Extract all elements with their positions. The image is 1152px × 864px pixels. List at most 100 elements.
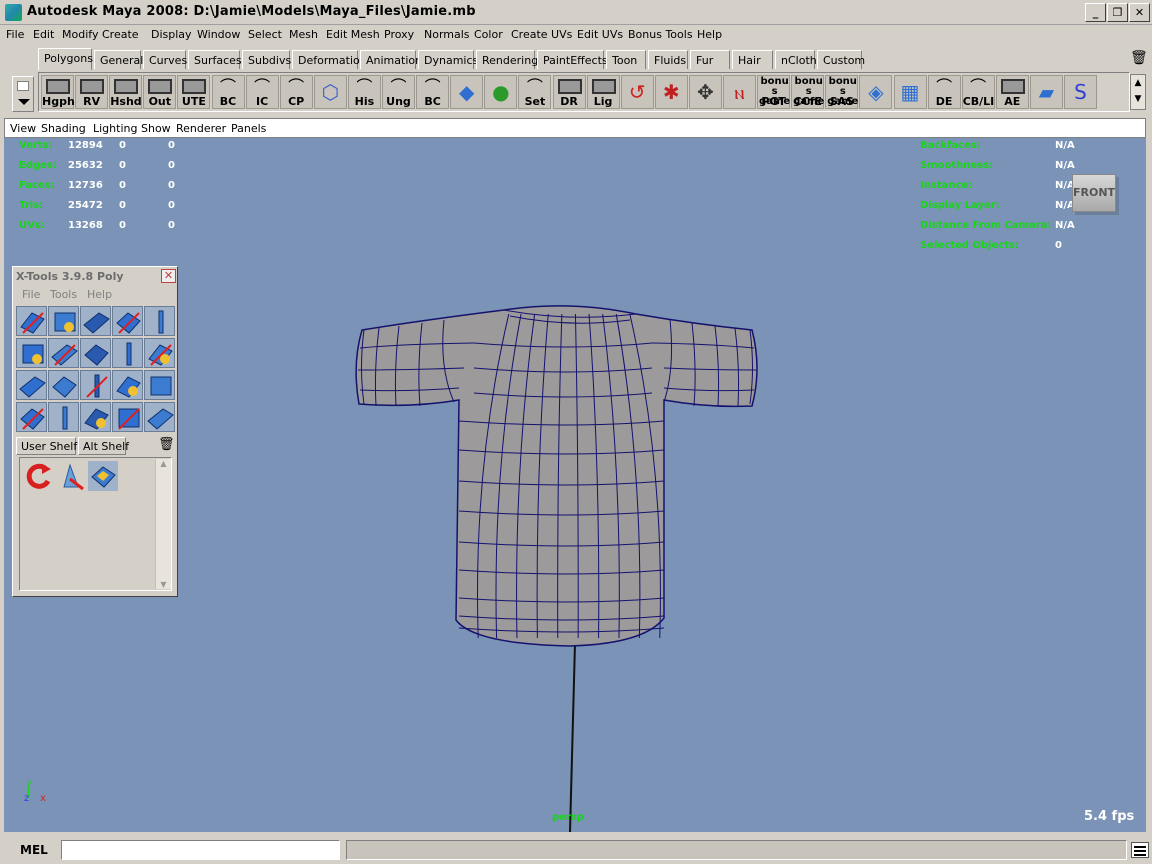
shelf-button-de[interactable]: ⌒ DE [927, 75, 961, 109]
shelf-tab-curves[interactable]: Curves [143, 50, 187, 69]
shelf-trash-icon[interactable]: 🗑 [1130, 50, 1148, 66]
shelf-button-tool-12[interactable]: ◆ [450, 75, 484, 109]
uv-grid-icon[interactable] [88, 461, 118, 491]
panel-menu-lighting[interactable]: Lighting [93, 122, 137, 135]
shelf-tab-ncloth[interactable]: nCloth [775, 50, 817, 69]
menu-mesh[interactable]: Mesh [289, 25, 318, 41]
xtools-measure-icon[interactable] [112, 402, 143, 432]
xtools-box-split-icon[interactable] [80, 370, 111, 400]
panel-menu-panels[interactable]: Panels [231, 122, 266, 135]
tshirt-mesh[interactable] [355, 305, 758, 647]
xtools-split-polygon-icon[interactable] [16, 306, 47, 336]
menu-create[interactable]: Create [102, 25, 139, 41]
shelf-tab-general[interactable]: General [94, 50, 143, 69]
shelf-button-ute[interactable]: UTE [177, 75, 211, 109]
shelf-button-rv[interactable]: RV [75, 75, 109, 109]
shelf-tab-toon[interactable]: Toon [606, 50, 646, 69]
shelf-button-tool-30[interactable]: S [1064, 75, 1097, 109]
menu-bonus-tools[interactable]: Bonus Tools [628, 25, 693, 41]
shelf-button-tool-18[interactable]: ✱ [654, 75, 688, 109]
shelf-tab-subdivs[interactable]: Subdivs [242, 50, 291, 69]
xtools-bucket-icon[interactable] [144, 402, 175, 432]
shelf-button-cbli[interactable]: ⌒ CB/LI [961, 75, 995, 109]
xtools-window[interactable]: X-Tools 3.9.8 Poly ✕ File Tools Help User … [12, 266, 178, 597]
shelf-button-ic[interactable]: ⌒ IC [245, 75, 279, 109]
menu-modify[interactable]: Modify [62, 25, 98, 41]
xtools-title-bar[interactable]: X-Tools 3.9.8 Poly ✕ [14, 268, 176, 285]
view-cube[interactable]: FRONT [1072, 174, 1116, 212]
shelf-button-bc[interactable]: ⌒ BC [211, 75, 245, 109]
panel-menu-show[interactable]: Show [141, 122, 171, 135]
menu-edit-uvs[interactable]: Edit UVs [577, 25, 623, 41]
xtools-bars-icon[interactable] [144, 338, 175, 368]
shelf-button-tool-29[interactable]: ▰ [1029, 75, 1063, 109]
shelf-button-hgph[interactable]: Hgph [41, 75, 75, 109]
xtools-slider-icon[interactable] [80, 402, 111, 432]
tab-alt-shelf[interactable]: Alt Shelf [78, 437, 129, 455]
menu-proxy[interactable]: Proxy [384, 25, 414, 41]
shelf-tab-hair[interactable]: Hair [732, 50, 773, 69]
mel-label[interactable]: MEL [20, 843, 48, 857]
shelf-button-dr[interactable]: DR [552, 75, 586, 109]
close-icon[interactable]: ✕ [1129, 3, 1150, 22]
shelf-button-ae[interactable]: AE [995, 75, 1029, 109]
xtools-uv-grid-icon[interactable] [112, 306, 143, 336]
cone-tool-icon[interactable] [56, 461, 86, 491]
shelf-tab-deformation[interactable]: Deformation [292, 50, 367, 69]
shelf-button-tool-13[interactable]: ● [484, 75, 518, 109]
panel-menu-shading[interactable]: Shading [41, 122, 86, 135]
script-editor-icon[interactable] [1131, 842, 1149, 858]
shelf-tab-custom[interactable]: Custom [817, 50, 865, 69]
xtools-flat-plane-icon[interactable] [80, 338, 111, 368]
shelf-tab-animation[interactable]: Animation [360, 50, 422, 69]
undo-red-icon[interactable] [24, 461, 54, 491]
shelf-button-tool-25[interactable]: ▦ [893, 75, 927, 109]
xtools-scissors-icon[interactable] [144, 370, 175, 400]
shelf-button-tool-19[interactable]: ✥ [688, 75, 722, 109]
shelf-button-out[interactable]: Out [143, 75, 177, 109]
user-shelf-scrollbar[interactable]: ▲ ▼ [155, 459, 171, 589]
shelf-tab-surfaces[interactable]: Surfaces [188, 50, 242, 69]
shelf-button-cp[interactable]: ⌒ CP [279, 75, 313, 109]
shelf-button-set[interactable]: ⌒ Set [518, 75, 552, 109]
minimize-icon[interactable]: _ [1085, 3, 1106, 22]
xtools-menu-help[interactable]: Help [87, 288, 112, 301]
xtools-cube-icon[interactable] [16, 402, 47, 432]
xtools-menu-file[interactable]: File [22, 288, 40, 301]
tab-user-shelf[interactable]: User Shelf [16, 437, 77, 455]
shelf-button-sas[interactable]: bonus game SAS [825, 75, 858, 109]
xtools-close-icon[interactable]: ✕ [161, 269, 176, 283]
shelf-button-hshd[interactable]: Hshd [109, 75, 143, 109]
xtools-uv-tile-icon[interactable] [48, 306, 79, 336]
menu-select[interactable]: Select [248, 25, 282, 41]
shelf-tab-fur[interactable]: Fur [690, 50, 730, 69]
menu-create-uvs[interactable]: Create UVs [511, 25, 572, 41]
shelf-tab-polygons[interactable]: Polygons [38, 48, 93, 70]
shelf-button-his[interactable]: ⌒ His [347, 75, 381, 109]
shelf-button-tool-20[interactable]: ⲛ [723, 75, 756, 109]
mel-input[interactable] [61, 840, 340, 860]
restore-icon[interactable]: ❐ [1107, 3, 1128, 22]
menu-color[interactable]: Color [474, 25, 503, 41]
xtools-connect-icon[interactable] [16, 338, 47, 368]
shelf-button-tool-24[interactable]: ◈ [859, 75, 893, 109]
panel-menu-view[interactable]: View [10, 122, 36, 135]
shelf-tab-fluids[interactable]: Fluids [648, 50, 688, 69]
menu-normals[interactable]: Normals [424, 25, 470, 41]
xtools-cylinder-icon[interactable] [112, 338, 143, 368]
menu-file[interactable]: File [6, 25, 24, 41]
menu-edit[interactable]: Edit [33, 25, 54, 41]
shelf-button-lig[interactable]: Lig [586, 75, 620, 109]
menu-help[interactable]: Help [697, 25, 722, 41]
shelf-button-ung[interactable]: ⌒ Ung [382, 75, 415, 109]
shelf-button-tool-8[interactable]: ⬡ [313, 75, 347, 109]
panel-menu-renderer[interactable]: Renderer [176, 122, 226, 135]
menu-window[interactable]: Window [197, 25, 240, 41]
shelf-tab-dynamics[interactable]: Dynamics [418, 50, 478, 69]
xtools-sphere-cube-icon[interactable] [48, 402, 79, 432]
shelf-menu-button[interactable] [12, 76, 34, 112]
xtools-trash-icon[interactable]: 🗑 [158, 437, 175, 452]
shelf-tab-painteffects[interactable]: PaintEffects [537, 50, 608, 69]
xtools-grid-split-icon[interactable] [48, 338, 79, 368]
shelf-tab-rendering[interactable]: Rendering [476, 50, 538, 69]
